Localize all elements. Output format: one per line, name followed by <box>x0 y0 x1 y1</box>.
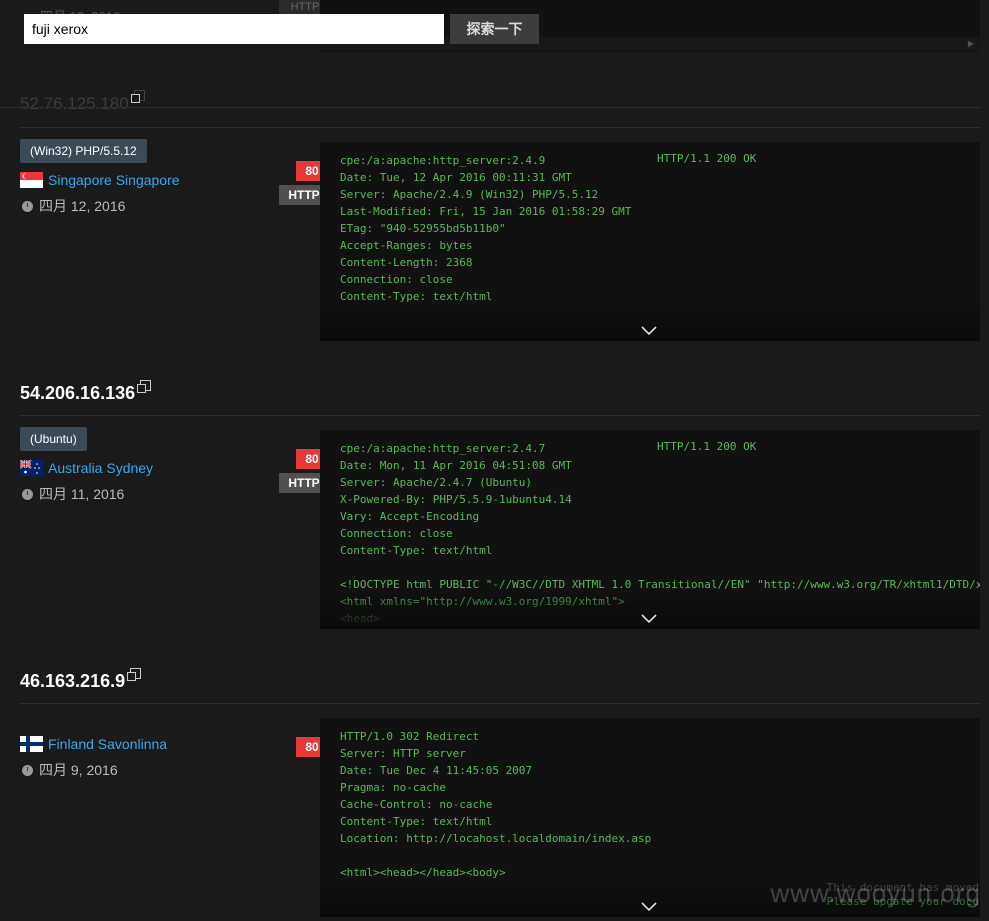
scan-date: 四月 12, 2016 <box>22 196 125 216</box>
location: Finland Savonlinna <box>20 736 167 752</box>
scan-date-text: 四月 12, 2016 <box>39 198 126 214</box>
chevron-down-icon[interactable] <box>641 612 657 624</box>
location: Australia Sydney <box>20 460 153 476</box>
clock-icon <box>22 201 33 212</box>
ghost-ip: 52.76.125.180 <box>20 90 145 114</box>
copy-icon[interactable] <box>137 380 152 393</box>
ghost-ip-text: 52.76.125.180 <box>20 94 129 113</box>
scan-date-text: 四月 9, 2016 <box>39 762 118 778</box>
banner-text: HTTP/1.0 302 Redirect Server: HTTP serve… <box>340 730 652 879</box>
location-link[interactable]: Finland Savonlinna <box>48 736 167 752</box>
ip-address: 54.206.16.136 <box>20 380 152 404</box>
scan-date-text: 四月 11, 2016 <box>39 486 125 502</box>
chevron-down-icon[interactable] <box>641 324 657 336</box>
scan-date: 四月 11, 2016 <box>22 484 124 504</box>
server-tag: (Ubuntu) <box>20 427 87 451</box>
watermark: www.wooyun.org <box>770 878 981 908</box>
search-input[interactable] <box>24 14 444 44</box>
search-button[interactable]: 探索一下 <box>450 14 539 44</box>
banner-panel: cpe:/a:apache:http_server:2.4.7 Date: Mo… <box>320 430 980 629</box>
scan-date: 四月 9, 2016 <box>22 760 118 780</box>
divider <box>20 127 980 128</box>
finland-flag-icon <box>20 736 43 752</box>
clock-icon <box>22 765 33 776</box>
location: Singapore Singapore <box>20 172 180 188</box>
copy-icon[interactable] <box>127 668 142 681</box>
http-status: HTTP/1.1 200 OK <box>657 152 757 165</box>
ip-address: 46.163.216.9 <box>20 668 142 692</box>
ip-text[interactable]: 54.206.16.136 <box>20 383 135 403</box>
divider <box>20 703 980 704</box>
location-link[interactable]: Singapore Singapore <box>48 172 180 188</box>
australia-flag-icon <box>20 460 43 476</box>
http-status: HTTP/1.1 200 OK <box>657 440 757 453</box>
singapore-flag-icon <box>20 172 43 188</box>
server-tag: (Win32) PHP/5.5.12 <box>20 139 147 163</box>
scroll-right-icon[interactable]: ▶ <box>968 39 974 48</box>
clock-icon <box>22 489 33 500</box>
copy-icon[interactable] <box>130 90 145 103</box>
banner-panel: cpe:/a:apache:http_server:2.4.9 Date: Tu… <box>320 142 980 341</box>
ip-text[interactable]: 46.163.216.9 <box>20 671 125 691</box>
chevron-down-icon[interactable] <box>641 900 657 912</box>
location-link[interactable]: Australia Sydney <box>48 460 153 476</box>
banner-text: cpe:/a:apache:http_server:2.4.9 Date: Tu… <box>340 154 632 303</box>
divider <box>0 107 980 108</box>
divider <box>20 415 980 416</box>
